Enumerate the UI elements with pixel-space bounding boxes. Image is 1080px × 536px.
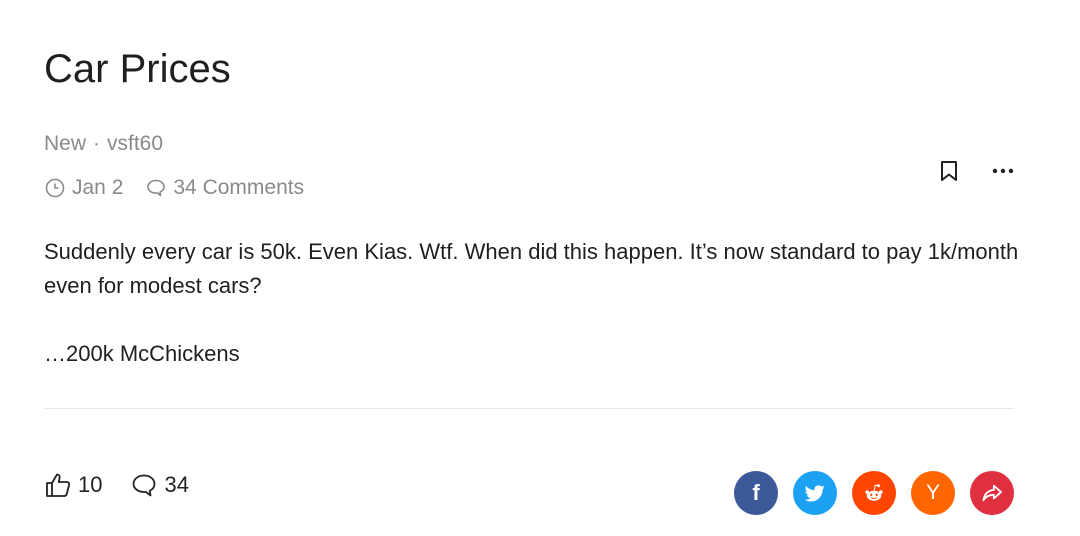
clock-icon xyxy=(44,177,66,199)
post-body: Suddenly every car is 50k. Even Kias. Wt… xyxy=(44,235,1024,371)
like-button[interactable]: 10 xyxy=(44,471,102,499)
post-paragraph: Suddenly every car is 50k. Even Kias. Wt… xyxy=(44,239,1019,298)
twitter-icon xyxy=(805,484,825,502)
hacker-news-icon: Y xyxy=(925,481,940,504)
post-author[interactable]: vsft60 xyxy=(107,132,163,155)
comments-link[interactable]: 34 Comments xyxy=(173,175,304,201)
post-actions xyxy=(936,158,1016,184)
post-paragraph: …200k McChickens xyxy=(44,341,240,366)
reaction-bar: 10 34 xyxy=(44,471,189,499)
comment-icon xyxy=(130,471,158,499)
bookmark-icon[interactable] xyxy=(936,158,962,184)
post-title: Car Prices xyxy=(44,47,231,91)
share-buttons: f Y xyxy=(734,471,1014,515)
facebook-share-button[interactable]: f xyxy=(734,471,778,515)
thumbs-up-icon xyxy=(44,471,72,499)
comment-button[interactable]: 34 xyxy=(130,471,189,499)
divider xyxy=(44,408,1014,409)
twitter-share-button[interactable] xyxy=(793,471,837,515)
comment-count: 34 xyxy=(164,472,189,497)
hacker-news-share-button[interactable]: Y xyxy=(911,471,955,515)
reddit-share-button[interactable] xyxy=(852,471,896,515)
meta-separator: · xyxy=(93,132,101,155)
share-button[interactable] xyxy=(970,471,1014,515)
post-date: Jan 2 xyxy=(72,176,124,199)
more-icon[interactable] xyxy=(990,158,1016,184)
post-info: Jan 2 34 Comments xyxy=(44,175,304,201)
comment-icon xyxy=(145,177,167,199)
post-flair[interactable]: New xyxy=(44,132,86,155)
facebook-icon: f xyxy=(752,480,760,505)
like-count: 10 xyxy=(78,472,103,497)
reddit-icon xyxy=(863,483,885,503)
post-meta: New · vsft60 xyxy=(44,131,163,157)
share-arrow-icon xyxy=(981,483,1003,503)
